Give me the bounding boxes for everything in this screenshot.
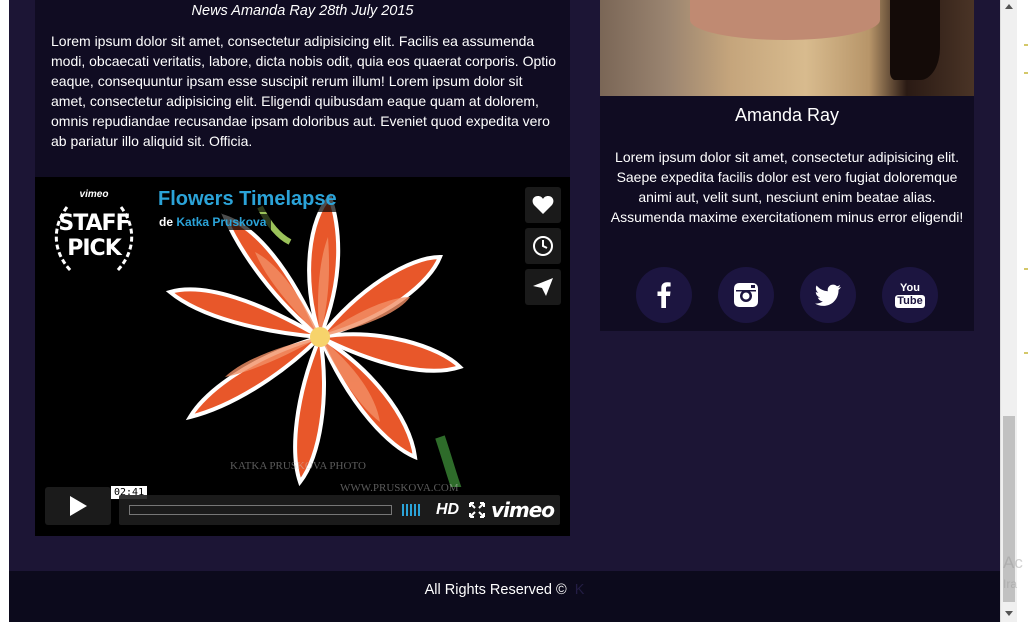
scroll-up-icon[interactable] bbox=[1005, 4, 1013, 9]
heart-icon bbox=[532, 196, 554, 214]
youtube-link[interactable]: You Tube bbox=[882, 267, 938, 323]
article-body: Lorem ipsum dolor sit amet, consectetur … bbox=[51, 33, 557, 149]
video-watermark: KATKA PRUSKOVA PHOTO bbox=[230, 460, 366, 472]
staff-pick-badge: vimeo STAFF PICK bbox=[47, 187, 141, 281]
facebook-icon bbox=[657, 282, 671, 308]
youtube-icon: You Tube bbox=[895, 281, 925, 308]
video-title-text[interactable]: Flowers Timelapse bbox=[158, 188, 337, 210]
scroll-down-icon[interactable] bbox=[1005, 611, 1013, 616]
footer-brand-link[interactable]: K bbox=[575, 582, 585, 598]
hd-toggle[interactable]: HD bbox=[436, 501, 459, 519]
twitter-link[interactable] bbox=[800, 267, 856, 323]
badge-brand: vimeo bbox=[79, 189, 109, 200]
play-button[interactable] bbox=[45, 487, 111, 525]
video-player[interactable]: vimeo STAFF PICK Flowers Timelapse de Ka… bbox=[35, 177, 570, 536]
video-author[interactable]: de Katka Pruskova bbox=[154, 214, 272, 230]
share-button[interactable] bbox=[525, 269, 561, 305]
news-article-card: News Amanda Ray 28th July 2015 Lorem ips… bbox=[35, 0, 570, 177]
author-link[interactable]: Katka Pruskova bbox=[176, 215, 266, 229]
video-watermark-url: WWW.PRUSKOVA.COM bbox=[340, 482, 459, 494]
vertical-scrollbar[interactable] bbox=[1000, 0, 1017, 622]
author-bio: Lorem ipsum dolor sit amet, consectetur … bbox=[610, 149, 964, 225]
facebook-link[interactable] bbox=[636, 267, 692, 323]
volume-control[interactable] bbox=[402, 504, 420, 516]
footer-copyright: All Rights Reserved © K bbox=[424, 582, 585, 598]
author-prefix: de bbox=[159, 215, 174, 229]
video-frame-flower bbox=[165, 193, 464, 487]
site-footer: All Rights Reserved © K bbox=[9, 571, 1000, 622]
badge-text: STAFF PICK bbox=[58, 211, 130, 261]
clock-icon bbox=[533, 236, 553, 256]
author-name: Amanda Ray bbox=[734, 105, 840, 125]
video-control-bar: HD vimeo bbox=[119, 495, 560, 525]
instagram-icon bbox=[734, 283, 758, 307]
author-photo bbox=[600, 0, 974, 96]
activation-watermark-sub: Ira bbox=[1003, 577, 1018, 591]
author-profile-card: Amanda Ray Lorem ipsum dolor sit amet, c… bbox=[600, 0, 974, 331]
play-icon bbox=[70, 496, 87, 516]
progress-bar[interactable] bbox=[129, 505, 392, 515]
instagram-link[interactable] bbox=[718, 267, 774, 323]
vimeo-logo[interactable]: vimeo bbox=[491, 498, 555, 522]
video-title[interactable]: Flowers Timelapse bbox=[154, 187, 341, 212]
adjacent-window-edge bbox=[1017, 0, 1028, 628]
like-button[interactable] bbox=[525, 187, 561, 223]
send-icon bbox=[533, 278, 553, 296]
scrollbar-thumb[interactable] bbox=[1003, 416, 1015, 602]
article-byline: News Amanda Ray 28th July 2015 bbox=[191, 3, 414, 19]
activation-watermark: Ac bbox=[1003, 553, 1023, 572]
watch-later-button[interactable] bbox=[525, 228, 561, 264]
page-background: News Amanda Ray 28th July 2015 Lorem ips… bbox=[9, 0, 1000, 622]
twitter-icon bbox=[814, 284, 841, 306]
fullscreen-icon[interactable] bbox=[469, 502, 485, 518]
